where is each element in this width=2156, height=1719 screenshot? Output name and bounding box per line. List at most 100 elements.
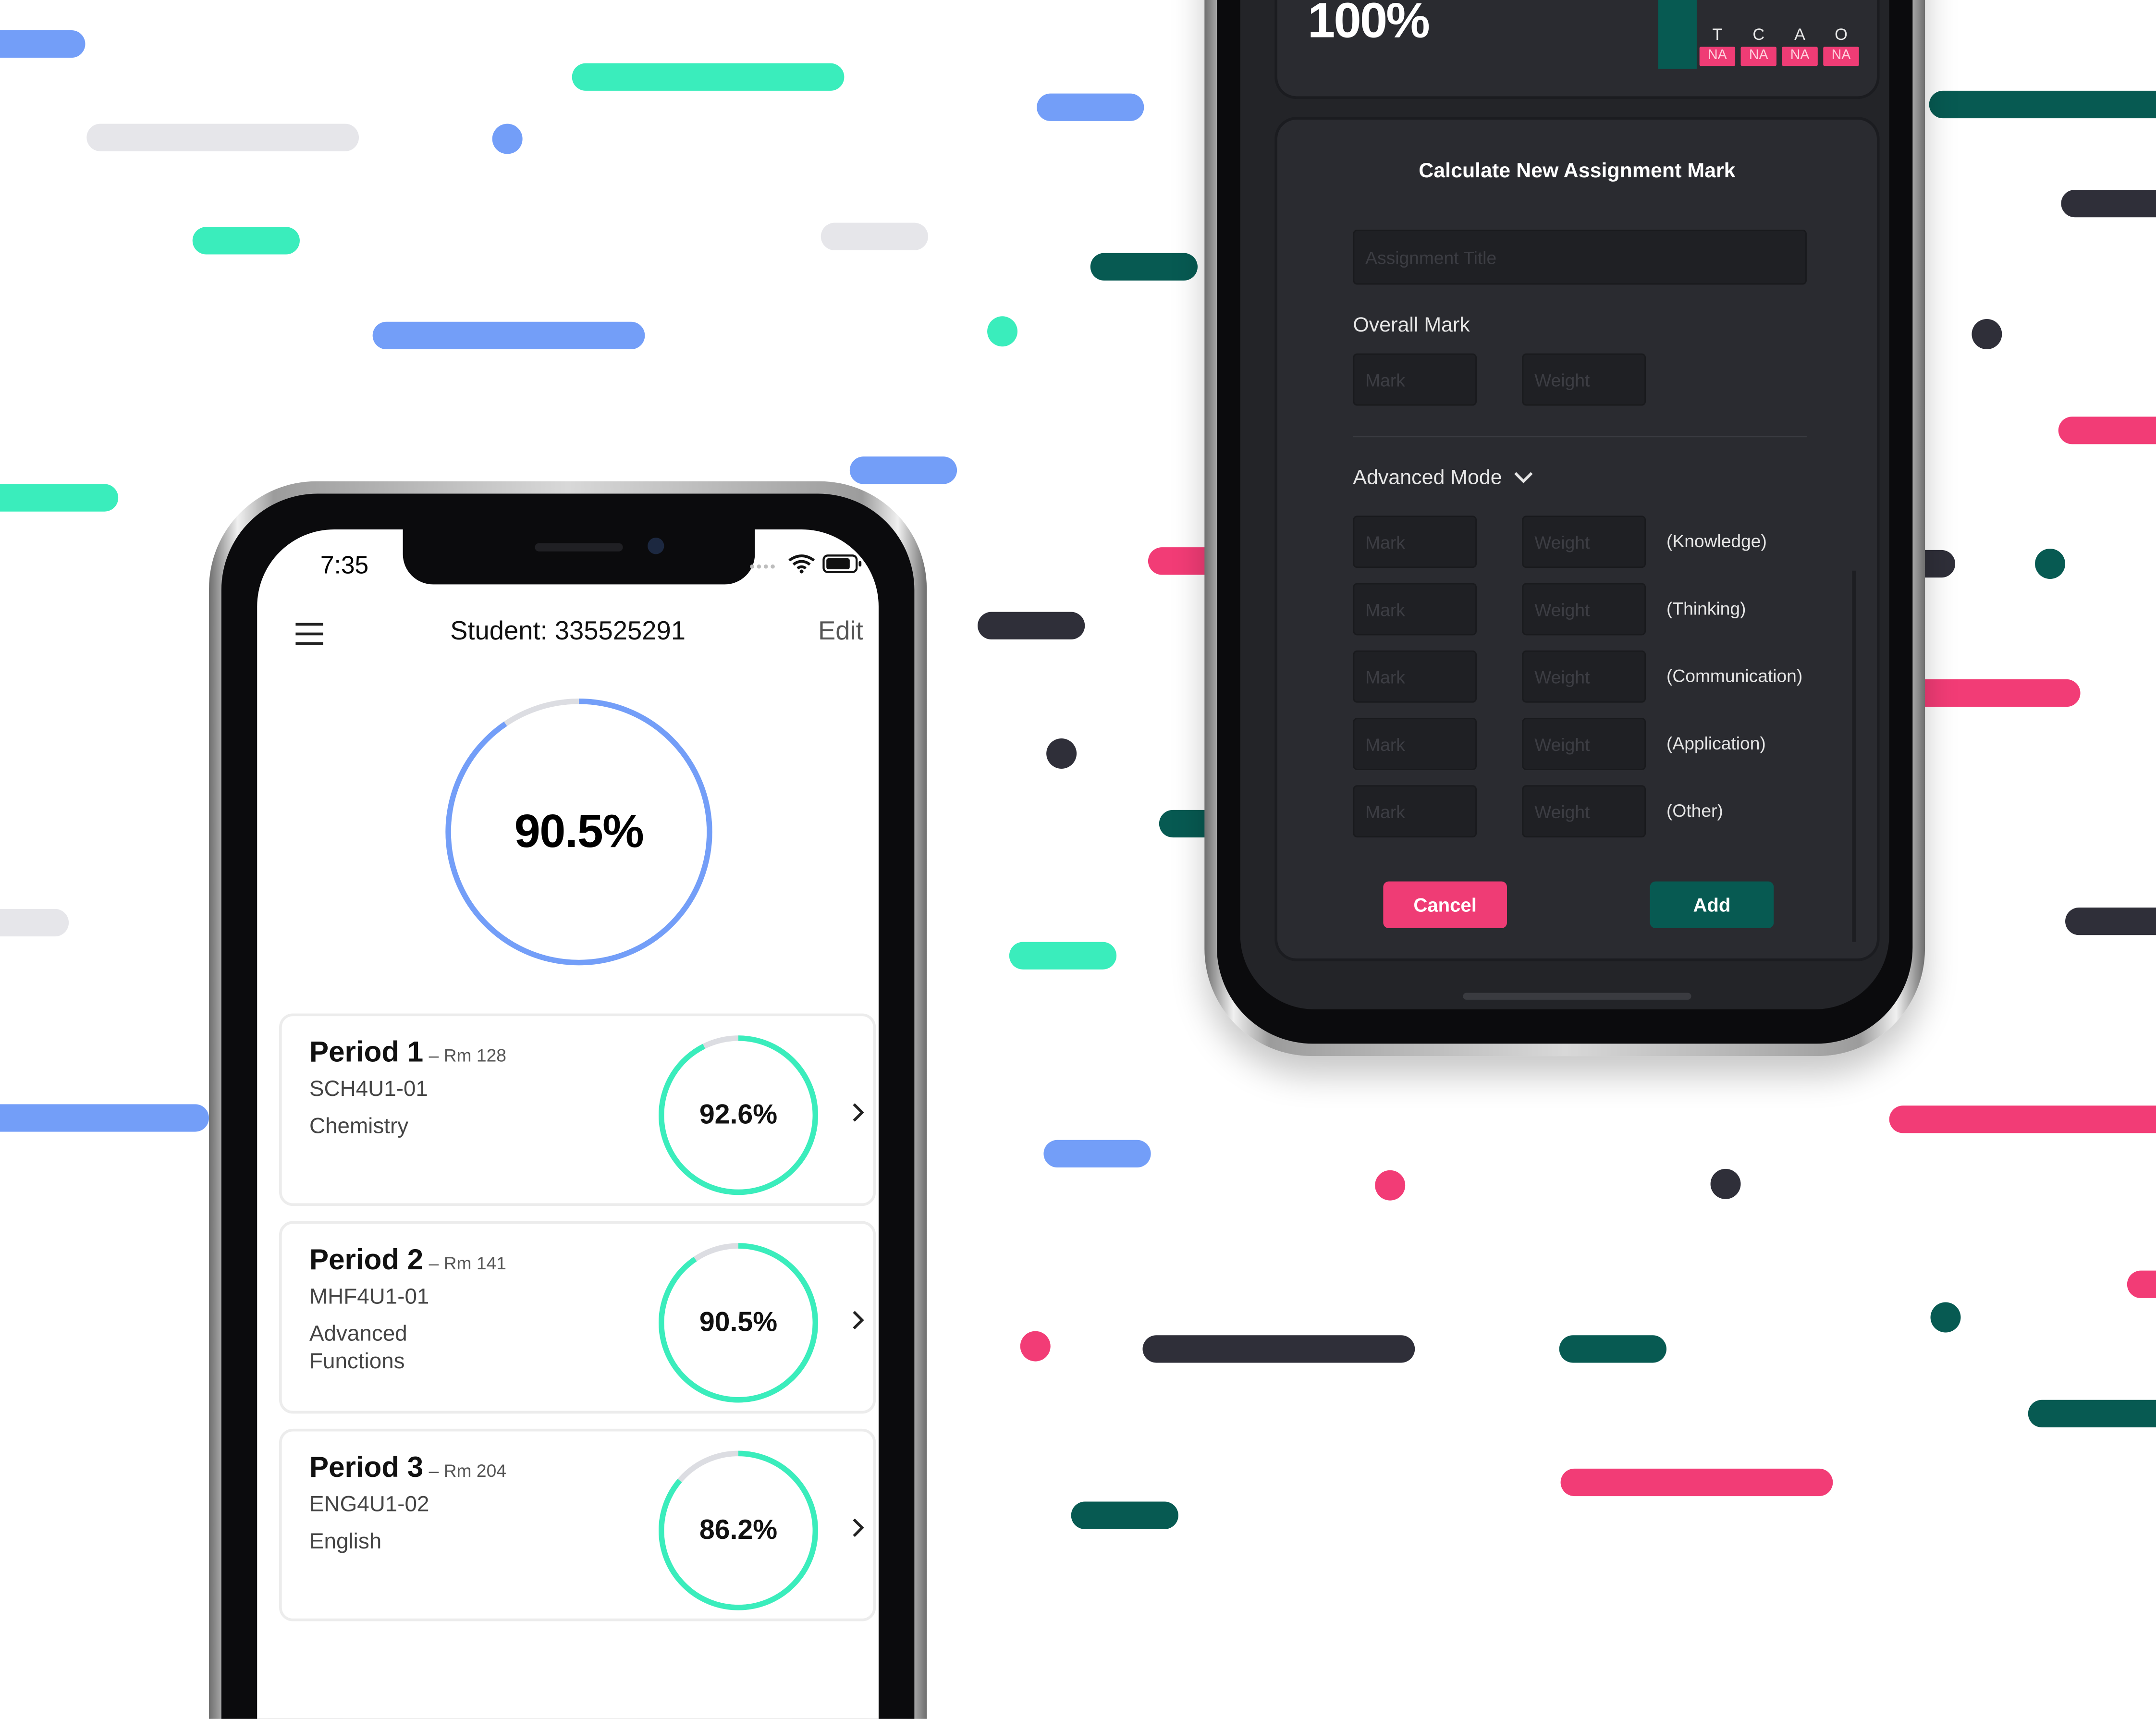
period-card[interactable]: Period 2– Rm 141 MHF4U1-01 Advanced Func… (279, 1221, 876, 1414)
deco-dash (0, 30, 86, 58)
deco-dash (1560, 1468, 1833, 1497)
deco-dash (2127, 1270, 2156, 1298)
student-title: Student: 335525291 (450, 617, 686, 647)
tcao-header: O (1835, 25, 1848, 44)
overall-mark-label: Overall Mark (1353, 313, 1470, 337)
phone-bezel: 7:35 Student: 335525291 Edit 90.5% Perio… (221, 493, 915, 1719)
thinking-weight-input[interactable]: Weight (1522, 583, 1646, 636)
deco-dash (1043, 1140, 1151, 1168)
advanced-mode-toggle[interactable]: Advanced Mode (1353, 466, 1533, 490)
communication-mark-input[interactable]: Mark (1353, 650, 1477, 703)
communication-weight-input[interactable]: Weight (1522, 650, 1646, 703)
tcao-column: T NA (1697, 22, 1738, 66)
period-title: Period 2– Rm 141 (309, 1244, 506, 1277)
battery-icon (822, 554, 862, 573)
course-percent: 86.2% (699, 1514, 778, 1545)
phone-notch (403, 529, 755, 585)
tcao-value: NA (1699, 47, 1736, 66)
deco-dot (1930, 1302, 1961, 1333)
deco-dash (821, 222, 928, 250)
deco-dot (1020, 1331, 1051, 1362)
application-mark-input[interactable]: Mark (1353, 718, 1477, 770)
deco-dash (1142, 1335, 1415, 1363)
tcao-table: T NA C NA A NA O NA (1697, 22, 1862, 66)
tcao-header: A (1794, 25, 1806, 44)
tcao-value: NA (1740, 47, 1776, 66)
phone-frame-dark: 100% T NA C NA A NA O NA Calculate New A… (1204, 0, 1925, 1056)
deco-dash (372, 321, 645, 349)
other-weight-input[interactable]: Weight (1522, 785, 1646, 838)
knowledge-weight-input[interactable]: Weight (1522, 516, 1646, 568)
course-percent: 90.5% (699, 1307, 778, 1338)
knowledge-label: (Knowledge) (1666, 530, 1767, 552)
speaker-grille (535, 543, 623, 552)
application-label: (Application) (1666, 733, 1766, 754)
deco-dot (1046, 738, 1077, 769)
course-summary-card: 100% T NA C NA A NA O NA (1274, 0, 1880, 99)
phone-frame-light: 7:35 Student: 335525291 Edit 90.5% Perio… (209, 481, 927, 1719)
course-code: MHF4U1-01 (309, 1286, 429, 1309)
deco-dot (492, 123, 523, 154)
calculate-mark-dialog: Calculate New Assignment Mark Assignment… (1274, 117, 1880, 961)
status-time: 7:35 (320, 551, 369, 579)
tcao-value: NA (1782, 47, 1818, 66)
tcao-header: T (1712, 25, 1723, 44)
status-icons (749, 554, 864, 574)
promo-scene: 100% T NA C NA A NA O NA Calculate New A… (0, 0, 2156, 1719)
deco-dash (1037, 93, 1144, 121)
thinking-label: (Thinking) (1666, 598, 1746, 619)
deco-dash (0, 909, 69, 937)
course-name: English (309, 1530, 382, 1554)
other-label: (Other) (1666, 800, 1723, 821)
camera-icon (648, 538, 664, 554)
signal-dots-icon (750, 564, 775, 569)
period-title: Period 3– Rm 204 (309, 1452, 506, 1485)
deco-dash (2065, 908, 2156, 935)
phone-bezel: 100% T NA C NA A NA O NA Calculate New A… (1217, 0, 1913, 1044)
deco-dash (2061, 189, 2156, 218)
dark-screen: 100% T NA C NA A NA O NA Calculate New A… (1240, 0, 1889, 1009)
course-percent: 100% (1307, 0, 1430, 49)
assignment-title-input[interactable]: Assignment Title (1353, 229, 1807, 285)
course-code: SCH4U1-01 (309, 1078, 428, 1102)
chevron-right-icon (853, 1103, 864, 1122)
cancel-button[interactable]: Cancel (1383, 881, 1507, 928)
period-card[interactable]: Period 1– Rm 128 SCH4U1-01 Chemistry 92.… (279, 1013, 876, 1206)
chevron-right-icon (853, 1311, 864, 1329)
application-weight-input[interactable]: Weight (1522, 718, 1646, 770)
overall-weight-input[interactable]: Weight (1522, 353, 1646, 406)
period-card[interactable]: Period 3– Rm 204 ENG4U1-02 English 86.2% (279, 1428, 876, 1621)
room-label: – Rm 204 (429, 1460, 507, 1481)
overall-mark-input[interactable]: Mark (1353, 353, 1477, 406)
scrollbar[interactable] (1852, 570, 1856, 942)
overall-percent: 90.5% (514, 805, 644, 858)
other-mark-input[interactable]: Mark (1353, 785, 1477, 838)
tcao-column: O NA (1821, 22, 1862, 66)
communication-label: (Communication) (1666, 665, 1803, 687)
add-button[interactable]: Add (1650, 881, 1774, 928)
deco-dot (1375, 1170, 1406, 1201)
deco-dot (2035, 549, 2066, 579)
course-percent: 92.6% (699, 1099, 778, 1130)
deco-dash (849, 456, 957, 484)
tcao-column: C NA (1738, 22, 1779, 66)
deco-dash (1889, 1105, 2156, 1133)
thinking-mark-input[interactable]: Mark (1353, 583, 1477, 636)
deco-dash (1071, 1501, 1178, 1529)
deco-dash (0, 1104, 209, 1132)
room-label: – Rm 128 (429, 1045, 507, 1066)
advanced-mode-label: Advanced Mode (1353, 466, 1502, 490)
period-label: Period 2 (309, 1244, 424, 1277)
course-name: Advanced Functions (309, 1323, 407, 1374)
wifi-icon (788, 554, 815, 574)
deco-dash (572, 63, 845, 91)
chevron-right-icon (853, 1518, 864, 1537)
deco-dash (192, 227, 300, 255)
deco-dot (1972, 319, 2002, 349)
home-indicator[interactable] (1463, 993, 1691, 1000)
knowledge-mark-input[interactable]: Mark (1353, 516, 1477, 568)
course-code: ENG4U1-02 (309, 1493, 429, 1517)
edit-button[interactable]: Edit (818, 617, 863, 648)
deco-dash (1090, 253, 1198, 281)
light-screen: 7:35 Student: 335525291 Edit 90.5% Perio… (257, 529, 879, 1719)
